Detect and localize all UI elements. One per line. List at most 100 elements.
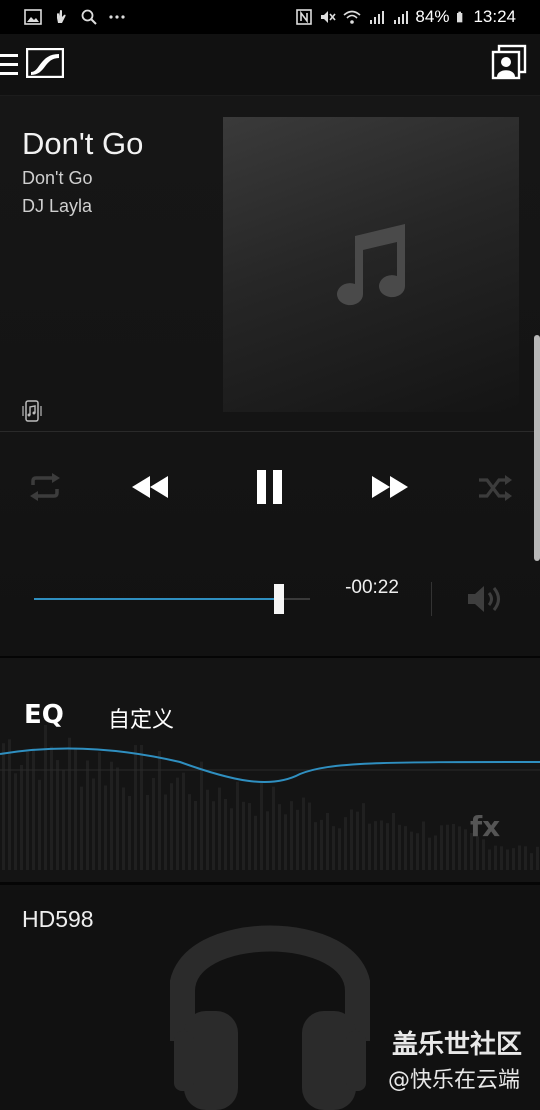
eq-spectrum-bar	[68, 737, 71, 870]
repeat-icon[interactable]	[27, 473, 63, 501]
eq-spectrum-bar	[338, 828, 341, 870]
eq-spectrum-bar	[38, 779, 41, 870]
divider	[0, 431, 540, 432]
eq-label: EQ	[24, 700, 64, 730]
volume-icon[interactable]	[466, 583, 506, 615]
eq-spectrum-bar	[524, 846, 527, 870]
status-right-icons: 84% 13:24	[295, 6, 516, 28]
eq-spectrum-bar	[128, 795, 131, 870]
eq-spectrum-bar	[116, 767, 119, 870]
eq-spectrum-bar	[380, 820, 383, 870]
eq-spectrum-bar	[506, 849, 509, 870]
wifi-icon	[343, 10, 361, 24]
eq-spectrum-bar	[512, 848, 515, 870]
mute-icon	[321, 11, 337, 23]
seek-bar-fill	[34, 598, 280, 600]
eq-spectrum-bar	[104, 785, 107, 870]
fx-icon[interactable]: fx	[470, 810, 500, 843]
eq-spectrum-bar	[458, 826, 461, 870]
eq-spectrum-bar	[26, 751, 29, 870]
eq-spectrum-bar	[248, 803, 251, 870]
eq-spectrum-bars	[2, 724, 539, 870]
app-bar	[0, 34, 540, 96]
eq-spectrum-bar	[62, 769, 65, 870]
eq-spectrum-bar	[8, 739, 11, 870]
eq-spectrum-bar	[206, 789, 209, 870]
eq-spectrum-bar	[134, 745, 137, 870]
eq-preset-name[interactable]: 自定义	[108, 702, 174, 734]
eq-panel[interactable]	[0, 658, 540, 882]
eq-spectrum-bar	[398, 824, 401, 870]
eq-spectrum-bar	[434, 835, 437, 870]
eq-spectrum-bar	[110, 761, 113, 870]
local-music-icon[interactable]	[22, 400, 42, 422]
eq-spectrum-bar	[440, 825, 443, 870]
album-art[interactable]	[223, 117, 519, 412]
eq-spectrum-bar	[410, 831, 413, 870]
eq-visualizer	[0, 724, 540, 870]
eq-spectrum-bar	[74, 747, 77, 870]
eq-spectrum-bar	[302, 797, 305, 870]
device-name: HD598	[22, 906, 94, 932]
eq-spectrum-bar	[344, 817, 347, 870]
eq-spectrum-bar	[266, 811, 269, 870]
eq-spectrum-bar	[374, 821, 377, 870]
image-icon	[24, 9, 42, 25]
time-remaining: -00:22	[345, 577, 399, 598]
eq-spectrum-bar	[428, 837, 431, 870]
seek-thumb[interactable]	[274, 584, 284, 614]
eq-spectrum-bar	[122, 787, 125, 870]
eq-spectrum-bar	[446, 824, 449, 870]
shuffle-icon[interactable]	[477, 475, 513, 501]
menu-icon[interactable]	[0, 52, 20, 78]
divider	[431, 582, 432, 616]
eq-spectrum-bar	[416, 833, 419, 870]
eq-spectrum-bar	[182, 772, 185, 870]
battery-percent: 84%	[415, 7, 450, 26]
profile-switch-icon[interactable]	[491, 44, 527, 80]
eq-spectrum-bar	[314, 822, 317, 870]
eq-spectrum-bar	[218, 787, 221, 870]
eq-spectrum-bar	[146, 794, 149, 870]
eq-curve[interactable]	[0, 747, 540, 783]
eq-spectrum-bar	[194, 800, 197, 870]
eq-spectrum-bar	[32, 748, 35, 870]
eq-spectrum-bar	[494, 845, 497, 870]
fast-forward-icon[interactable]	[372, 476, 408, 498]
eq-spectrum-bar	[14, 773, 17, 870]
eq-spectrum-bar	[290, 801, 293, 870]
eq-spectrum-bar	[164, 794, 167, 870]
eq-spectrum-bar	[350, 809, 353, 870]
eq-spectrum-bar	[50, 746, 53, 870]
eq-spectrum-bar	[422, 821, 425, 870]
eq-spectrum-bar	[362, 803, 365, 870]
eq-spectrum-bar	[200, 761, 203, 870]
eq-spectrum-bar	[152, 777, 155, 870]
eq-spectrum-bar	[530, 853, 533, 870]
eq-spectrum-bar	[332, 826, 335, 870]
eq-spectrum-bar	[212, 801, 215, 870]
search-icon	[81, 9, 97, 25]
eq-spectrum-bar	[308, 802, 311, 870]
eq-spectrum-bar	[260, 781, 263, 870]
track-title: Don't Go	[22, 126, 144, 161]
eq-spectrum-bar	[44, 724, 47, 870]
watermark-handle: @快乐在云端	[388, 1068, 521, 1093]
rewind-icon[interactable]	[132, 476, 168, 498]
eq-spectrum-bar	[20, 764, 23, 870]
eq-spectrum-bar	[404, 826, 407, 870]
eq-spectrum-bar	[158, 751, 161, 870]
status-bar: 84% 13:24	[0, 0, 540, 34]
eq-spectrum-bar	[326, 812, 329, 870]
scroll-handle[interactable]	[534, 335, 540, 561]
eq-spectrum-bar	[188, 794, 191, 870]
hand-icon	[57, 10, 66, 23]
pause-icon[interactable]	[257, 470, 283, 504]
eq-spectrum-bar	[272, 786, 275, 870]
eq-spectrum-bar	[176, 777, 179, 870]
battery-icon	[457, 11, 463, 23]
watermark-title: 盖乐世社区	[392, 1030, 523, 1060]
eq-spectrum-bar	[236, 781, 239, 870]
eq-spectrum-bar	[230, 808, 233, 870]
eq-spectrum-bar	[284, 814, 287, 870]
